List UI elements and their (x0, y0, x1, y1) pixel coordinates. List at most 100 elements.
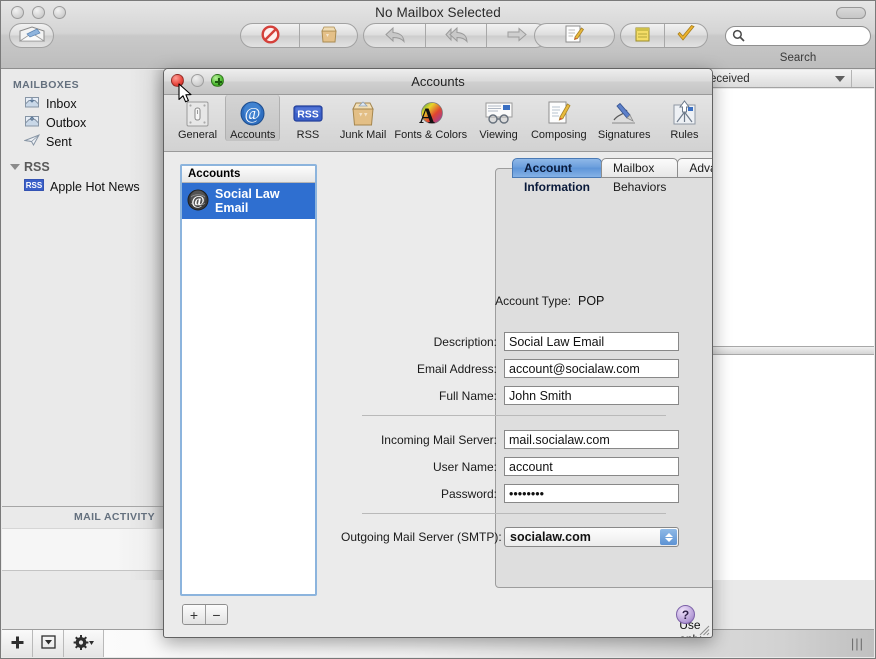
forward-arrow-icon (506, 26, 528, 45)
minimize-button[interactable] (191, 74, 204, 87)
tab-account-information[interactable]: Account Information (512, 158, 602, 194)
description-row: Description: (356, 332, 679, 351)
search-input[interactable] (725, 26, 871, 46)
pref-item-viewing[interactable]: Viewing (471, 95, 526, 141)
user-name-input[interactable] (504, 457, 679, 476)
pref-label: Signatures (597, 129, 651, 141)
accounts-list[interactable]: Accounts @ Social Law Email (180, 164, 317, 596)
svg-text:@: @ (245, 104, 261, 123)
add-mailbox-button[interactable] (2, 630, 33, 657)
description-input[interactable] (504, 332, 679, 351)
search-field[interactable] (725, 26, 871, 46)
pref-label: Viewing (479, 129, 518, 141)
mail-activity-panel (2, 528, 165, 571)
user-name-row: User Name: (356, 457, 679, 476)
form-divider-1 (362, 415, 666, 416)
pref-label: General (177, 129, 218, 141)
tab-advanced[interactable]: Advanced (677, 158, 712, 178)
tab-mailbox-behaviors[interactable]: Mailbox Behaviors (600, 158, 679, 194)
mailbox-actions-button[interactable] (33, 630, 64, 657)
account-add-remove-group: + − (182, 604, 228, 625)
account-type-row: Account Type: POP (430, 294, 604, 308)
incoming-mail-server-row: Incoming Mail Server: (356, 430, 679, 449)
close-button[interactable] (171, 74, 184, 87)
reply-button[interactable] (364, 24, 425, 47)
inbox-tray-icon (24, 95, 40, 112)
gear-icon (73, 634, 95, 653)
column-header-extra (852, 70, 874, 87)
checkmark-icon: ✓ (670, 638, 682, 639)
get-mail-button[interactable] (10, 24, 53, 47)
sidebar-item-sent[interactable]: Sent (2, 132, 164, 151)
sidebar-item-apple-hot-news[interactable]: RSS Apple Hot News (2, 177, 164, 196)
sidebar-item-outbox[interactable]: Outbox (2, 113, 164, 132)
mailboxes-header: MAILBOXES (13, 79, 80, 91)
pref-item-rss[interactable]: RSS RSS (280, 95, 335, 141)
zoom-button[interactable] (211, 74, 224, 87)
rules-arrows-icon (671, 98, 698, 128)
full-name-input[interactable] (504, 386, 679, 405)
pref-item-accounts[interactable]: @ Accounts (225, 95, 281, 141)
description-label: Description: (433, 334, 497, 349)
viewing-glasses-icon (482, 98, 516, 128)
new-message-button[interactable] (535, 24, 614, 47)
password-input[interactable] (504, 484, 679, 503)
column-header-label: eceived (710, 72, 750, 85)
form-divider-2 (362, 513, 666, 514)
email-address-input[interactable] (504, 359, 679, 378)
incoming-mail-server-input[interactable] (504, 430, 679, 449)
outbox-tray-icon (24, 114, 40, 131)
todo-button[interactable] (664, 24, 707, 47)
sidebar-item-label: Sent (46, 134, 72, 149)
toolbar-toggle-button[interactable] (836, 7, 866, 19)
list-item[interactable]: @ Social Law Email (182, 183, 315, 219)
delete-button[interactable] (241, 24, 299, 47)
paper-plane-icon (23, 133, 41, 150)
note-todo-group: Note To Do (620, 23, 708, 84)
accounts-list-header: Accounts (182, 166, 315, 183)
dialog-window-buttons (171, 74, 224, 87)
junk-bag-icon (348, 98, 378, 128)
pref-item-general[interactable]: General (170, 95, 225, 141)
resize-grip-icon[interactable]: ||| (851, 637, 864, 650)
pref-label: Junk Mail (339, 129, 387, 141)
reply-all-button[interactable] (425, 24, 486, 47)
rss-section-header[interactable]: RSS (2, 151, 164, 177)
junk-button[interactable] (299, 24, 357, 47)
remove-account-button[interactable]: − (205, 605, 227, 624)
email-address-label: Email Address: (416, 361, 497, 376)
font-colors-icon: A (417, 98, 444, 128)
note-button[interactable] (621, 24, 664, 47)
help-button[interactable]: ? (676, 605, 695, 624)
pref-item-fonts-colors[interactable]: A Fonts & Colors (391, 95, 471, 141)
pref-label: Rules (670, 129, 699, 141)
pref-item-composing[interactable]: Composing (526, 95, 591, 141)
pref-item-signatures[interactable]: Signatures (591, 95, 656, 141)
note-icon (634, 26, 651, 46)
chevron-down-icon (835, 75, 845, 82)
envelope-icon (18, 25, 45, 46)
account-name-label: Social Law Email (215, 187, 280, 215)
sidebar-item-inbox[interactable]: Inbox (2, 94, 164, 113)
new-message-group: New Message (534, 23, 615, 84)
rss-badge-icon: RSS (293, 98, 323, 128)
dialog-title: Accounts (411, 74, 465, 89)
resize-grip-icon[interactable] (697, 623, 710, 636)
dialog-titlebar[interactable]: Accounts (164, 69, 712, 95)
chevron-updown-icon[interactable] (660, 529, 677, 545)
outgoing-mail-server-label: Outgoing Mail Server (SMTP): (341, 530, 502, 544)
pref-item-rules[interactable]: Rules (657, 95, 712, 141)
gear-menu-button[interactable] (64, 630, 104, 657)
preferences-toolbar: General @ Accounts RSS RSS Junk Mail A F… (164, 95, 712, 152)
pref-label: Composing (530, 129, 587, 141)
signature-pen-icon (609, 98, 639, 128)
mail-activity-title: MAIL ACTIVITY (73, 511, 155, 523)
add-account-button[interactable]: + (183, 605, 205, 624)
outgoing-mail-server-select[interactable]: socialaw.com (504, 527, 679, 547)
column-header-received[interactable]: eceived (704, 70, 852, 87)
junk-bag-icon (319, 25, 339, 46)
compose-icon (545, 98, 572, 128)
svg-text:A: A (419, 103, 435, 127)
pref-label: Fonts & Colors (394, 129, 468, 141)
pref-item-junk-mail[interactable]: Junk Mail (336, 95, 391, 141)
